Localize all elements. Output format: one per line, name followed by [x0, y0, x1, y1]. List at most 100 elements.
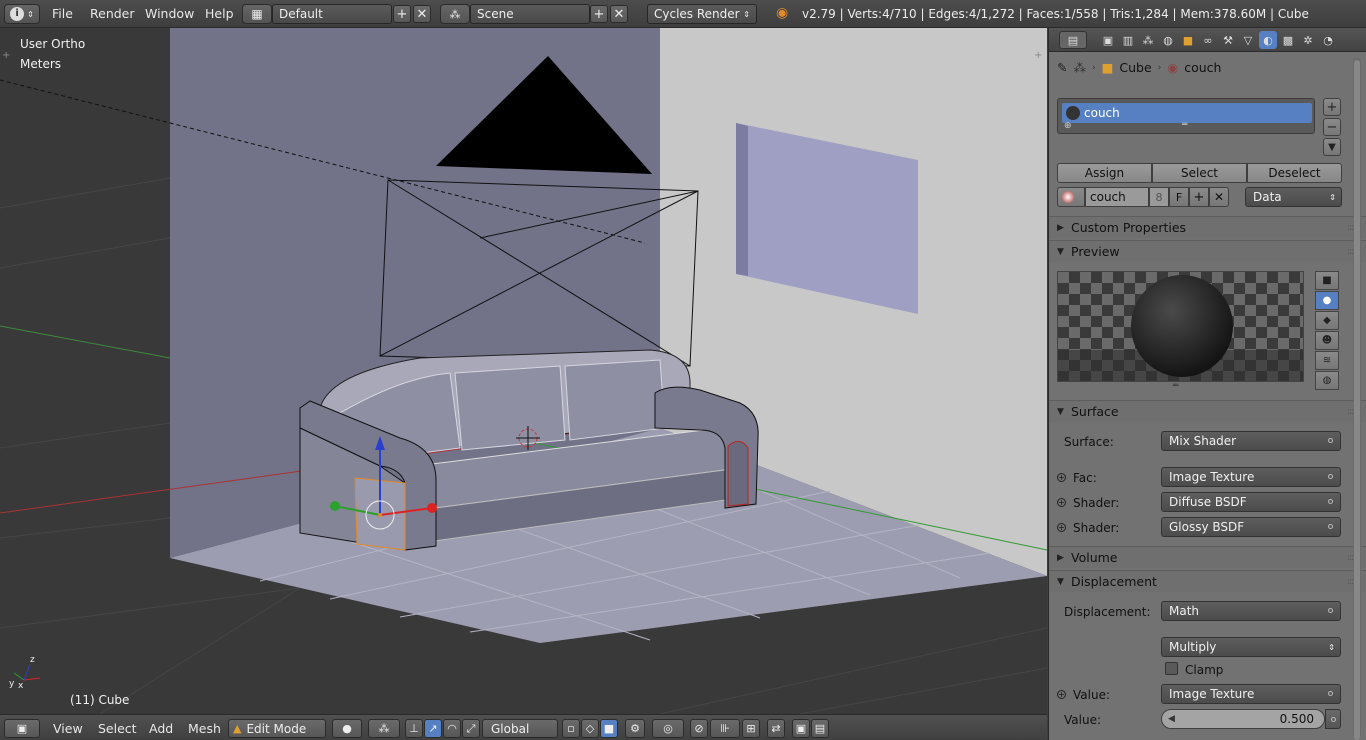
vertex-select-toggle[interactable]: ▫	[562, 719, 580, 738]
menu-help[interactable]: Help	[205, 6, 234, 21]
shading-select[interactable]: ●	[332, 719, 362, 738]
preview-sphere[interactable]: ●	[1315, 291, 1339, 310]
scene-tab[interactable]: ⁂	[1139, 31, 1157, 49]
render-still-button[interactable]: ▣	[792, 719, 810, 738]
editor-type-button[interactable]: ▤	[1059, 31, 1087, 49]
scene-icon[interactable]: ⁂	[440, 4, 470, 24]
add-slot-button[interactable]: +	[1323, 98, 1341, 116]
scrollbar-thumb[interactable]	[1354, 60, 1360, 740]
expand-input-icon[interactable]: +	[1057, 523, 1066, 532]
x-arrow-icon[interactable]	[427, 503, 437, 513]
mode-select[interactable]: ▲ Edit Mode	[228, 719, 326, 738]
panel-volume[interactable]: ▶ Volume ::::	[1049, 546, 1366, 568]
preview-sky[interactable]: ◍	[1315, 371, 1339, 390]
render-tab[interactable]: ▣	[1099, 31, 1117, 49]
preview-hair[interactable]: ≋	[1315, 351, 1339, 370]
assign-button[interactable]: Assign	[1057, 163, 1152, 183]
material-name-field[interactable]: couch	[1085, 187, 1149, 207]
expand-input-icon[interactable]: +	[1057, 498, 1066, 507]
resize-grip[interactable]: ═	[1173, 381, 1178, 391]
orientation-select[interactable]: Global	[482, 719, 558, 738]
panel-displacement[interactable]: ▼ Displacement ::::	[1049, 570, 1366, 592]
properties-scrollbar[interactable]	[1353, 58, 1361, 740]
value1-input-select[interactable]: Image Texture	[1161, 684, 1341, 704]
menu-render[interactable]: Render	[90, 6, 135, 21]
user-count[interactable]: 8	[1149, 187, 1169, 207]
translate-toggle[interactable]: ↗	[424, 719, 442, 738]
data-tab[interactable]: ▽	[1239, 31, 1257, 49]
editor-type-button[interactable]: i ⇕	[4, 4, 40, 24]
panel-custom-properties[interactable]: ▶ Custom Properties ::::	[1049, 216, 1366, 238]
rotate-toggle[interactable]: ◠	[443, 719, 461, 738]
fac-input-select[interactable]: Image Texture	[1161, 467, 1341, 487]
menu-add[interactable]: Add	[149, 721, 173, 736]
3d-viewport[interactable]: z y x User Ortho Meters (11) Cube + +	[0, 28, 1047, 714]
new-material-button[interactable]: +	[1189, 187, 1209, 207]
expand-input-icon[interactable]: +	[1057, 473, 1066, 482]
snap-target-button[interactable]: ⊞	[742, 719, 760, 738]
material-browse-button[interactable]	[1057, 187, 1085, 207]
manipulator-toggle[interactable]: ⊥	[405, 719, 423, 738]
pivot-select[interactable]: ⁂	[368, 719, 400, 738]
preview-monkey[interactable]: ☻	[1315, 331, 1339, 350]
remove-slot-button[interactable]: −	[1323, 118, 1341, 136]
slot-specials-button[interactable]: ▼	[1323, 138, 1341, 156]
displacement-select[interactable]: Math	[1161, 601, 1341, 621]
link-select[interactable]: Data ⇕	[1245, 187, 1342, 207]
value2-socket-button[interactable]	[1325, 709, 1341, 729]
modifiers-tab[interactable]: ⚒	[1219, 31, 1237, 49]
editor-type-button[interactable]: ▣	[4, 719, 40, 738]
panel-preview[interactable]: ▼ Preview ::::	[1049, 240, 1366, 262]
render-layers-tab[interactable]: ▥	[1119, 31, 1137, 49]
add-screen-button[interactable]: +	[393, 5, 411, 23]
deselect-button[interactable]: Deselect	[1247, 163, 1342, 183]
preview-cube[interactable]: ◆	[1315, 311, 1339, 330]
panel-surface[interactable]: ▼ Surface ::::	[1049, 400, 1366, 422]
material-tab[interactable]: ◐	[1259, 31, 1277, 49]
pin-icon[interactable]: ✎	[1057, 60, 1067, 75]
surface-shader-select[interactable]: Mix Shader	[1161, 431, 1341, 451]
add-scene-button[interactable]: +	[590, 5, 608, 23]
menu-view[interactable]: View	[53, 721, 83, 736]
preview-flat[interactable]: ■	[1315, 271, 1339, 290]
shader2-select[interactable]: Glossy BSDF	[1161, 517, 1341, 537]
render-animation-button[interactable]: ▤	[811, 719, 829, 738]
clamp-checkbox[interactable]	[1165, 662, 1178, 675]
snap-toggle[interactable]: ⊘	[690, 719, 708, 738]
expand-input-icon[interactable]: +	[1057, 690, 1066, 699]
unlink-material-button[interactable]: ✕	[1209, 187, 1229, 207]
limit-selection-toggle[interactable]: ⚙	[625, 719, 645, 738]
remove-scene-button[interactable]: ✕	[610, 5, 628, 23]
object-tab[interactable]: ■	[1179, 31, 1197, 49]
fake-user-button[interactable]: F	[1169, 187, 1189, 207]
value2-slider[interactable]: ◀ 0.500	[1161, 709, 1325, 729]
edge-select-toggle[interactable]: ◇	[581, 719, 599, 738]
physics-tab[interactable]: ◔	[1319, 31, 1337, 49]
menu-window[interactable]: Window	[145, 6, 194, 21]
proportional-edit-select[interactable]: ◎	[652, 719, 684, 738]
world-tab[interactable]: ◍	[1159, 31, 1177, 49]
select-button[interactable]: Select	[1152, 163, 1247, 183]
math-operation-select[interactable]: Multiply ⇕	[1161, 637, 1341, 657]
face-select-toggle[interactable]: ■	[600, 719, 618, 738]
screen-layout-icon[interactable]: ▦	[242, 4, 272, 24]
snap-element-select[interactable]: ⊪	[710, 719, 740, 738]
particles-tab[interactable]: ✲	[1299, 31, 1317, 49]
remove-screen-button[interactable]: ✕	[413, 5, 431, 23]
menu-select[interactable]: Select	[98, 721, 137, 736]
resize-grip[interactable]: ═	[1182, 120, 1187, 130]
scene-field[interactable]: Scene	[470, 4, 590, 24]
render-engine-select[interactable]: Cycles Render ⇕	[647, 4, 757, 24]
shader1-select[interactable]: Diffuse BSDF	[1161, 492, 1341, 512]
screen-layout-field[interactable]: Default	[272, 4, 392, 24]
scale-toggle[interactable]: ⤢	[462, 719, 480, 738]
layers-button[interactable]: ⇄	[767, 719, 785, 738]
menu-mesh[interactable]: Mesh	[188, 721, 221, 736]
constraints-tab[interactable]: ∞	[1199, 31, 1217, 49]
menu-file[interactable]: File	[52, 6, 73, 21]
list-options-icon[interactable]: ⊕	[1064, 121, 1072, 131]
properties-toggle[interactable]: +	[1034, 50, 1042, 61]
y-arrow-icon[interactable]	[330, 501, 340, 511]
texture-tab[interactable]: ▩	[1279, 31, 1297, 49]
toolshelf-toggle[interactable]: +	[2, 50, 10, 61]
